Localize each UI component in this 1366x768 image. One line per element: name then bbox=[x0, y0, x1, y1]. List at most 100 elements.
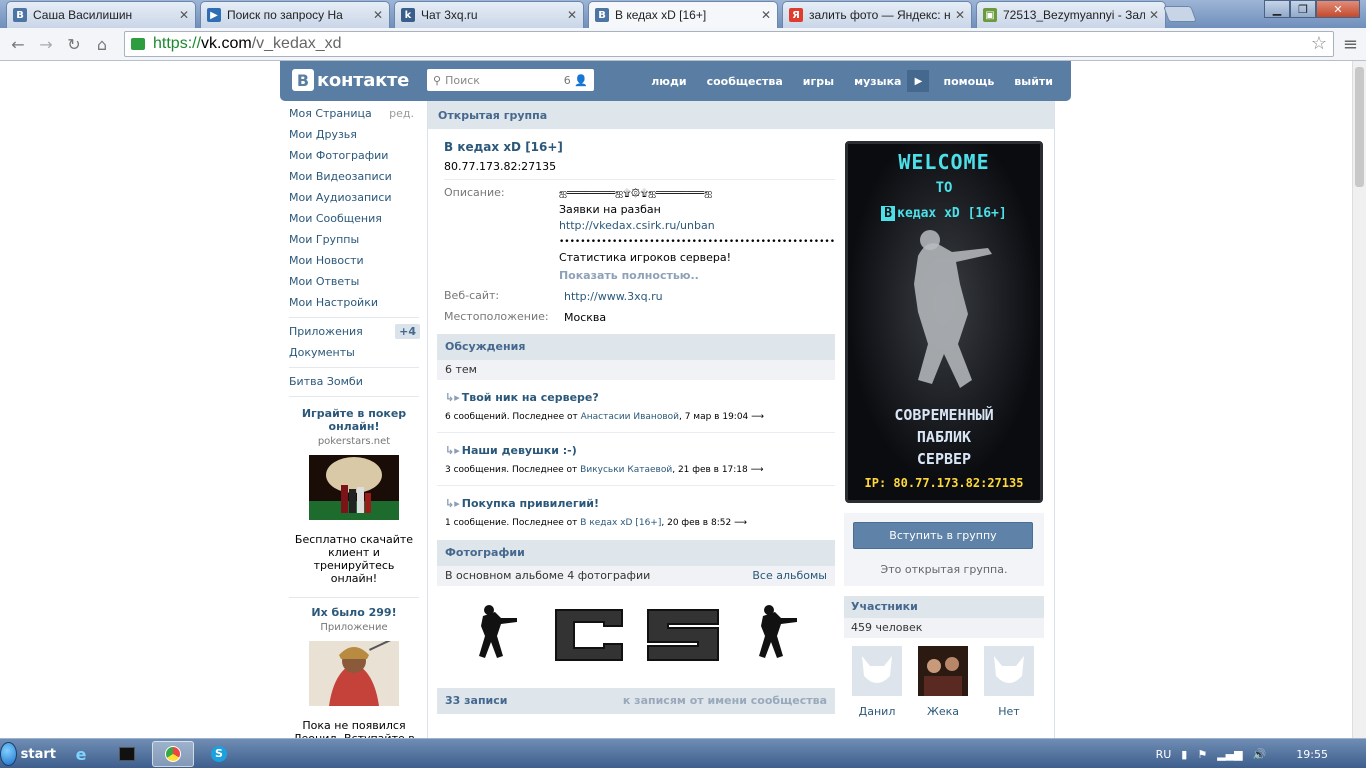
network-icon[interactable]: ▮ bbox=[1181, 748, 1187, 761]
ie-icon[interactable]: e bbox=[60, 741, 102, 767]
topic-author-link[interactable]: Викуськи Катаевой bbox=[580, 465, 672, 475]
member-name[interactable]: Жека bbox=[918, 705, 968, 718]
all-albums-link[interactable]: Все альбомы bbox=[752, 566, 827, 586]
sidebar-item-photos[interactable]: Мои Фотографии bbox=[284, 145, 424, 166]
unban-link[interactable]: http://vkedax.csirk.ru/unban bbox=[559, 219, 715, 232]
new-tab-button[interactable] bbox=[1163, 6, 1197, 22]
chrome-menu-icon[interactable]: ≡ bbox=[1343, 34, 1358, 55]
member-name[interactable]: Нет bbox=[984, 705, 1034, 718]
nav-communities[interactable]: сообщества bbox=[707, 75, 783, 88]
minimize-button[interactable]: ▁ bbox=[1264, 0, 1290, 18]
language-indicator[interactable]: RU bbox=[1156, 748, 1172, 761]
sidebar-item-my-page[interactable]: Моя Страница ред. bbox=[284, 103, 424, 124]
wall-header[interactable]: 33 записи к записям от имени сообщества bbox=[437, 688, 835, 714]
photos-header[interactable]: Фотографии bbox=[437, 540, 835, 566]
photo-thumbnail[interactable] bbox=[453, 596, 539, 674]
poker-chips-image[interactable] bbox=[309, 455, 399, 520]
clock[interactable]: 19:55 bbox=[1296, 748, 1328, 761]
topic-title[interactable]: ↳▸ Твой ник на сервере? bbox=[445, 391, 827, 404]
browser-tab[interactable]: Я залить фото — Яндекс: н ✕ bbox=[782, 1, 972, 28]
play-icon[interactable]: ▶ bbox=[907, 70, 930, 92]
join-group-button[interactable]: Вступить в группу bbox=[853, 522, 1033, 549]
close-icon[interactable]: ✕ bbox=[955, 8, 965, 22]
edit-link[interactable]: ред. bbox=[389, 103, 414, 124]
back-arrow-icon[interactable]: ← bbox=[4, 35, 32, 54]
browser-tab[interactable]: B Саша Василишин ✕ bbox=[6, 1, 196, 28]
sidebar-item-apps[interactable]: Приложения +4 bbox=[284, 321, 424, 342]
spartan-warrior-image[interactable] bbox=[309, 638, 399, 706]
skype-icon[interactable]: S bbox=[198, 741, 240, 767]
member-item[interactable]: Жека bbox=[918, 646, 968, 718]
nav-music[interactable]: музыка bbox=[854, 75, 901, 88]
member-item[interactable]: Данил bbox=[852, 646, 902, 718]
maximize-button[interactable]: ❐ bbox=[1290, 0, 1316, 18]
close-window-button[interactable]: ✕ bbox=[1316, 0, 1360, 18]
forward-arrow-icon[interactable]: → bbox=[32, 35, 60, 54]
sidebar-item-messages[interactable]: Мои Сообщения bbox=[284, 208, 424, 229]
nav-people[interactable]: люди bbox=[651, 75, 686, 88]
close-icon[interactable]: ✕ bbox=[1149, 8, 1159, 22]
group-info: Описание: ஐ════════ஐ۩۞۩ஐ════════ஐ Заявки… bbox=[444, 186, 835, 326]
sidebar-item-settings[interactable]: Мои Настройки bbox=[284, 292, 424, 313]
nav-logout[interactable]: выйти bbox=[1014, 75, 1053, 88]
ad-title[interactable]: Играйте в покер онлайн! bbox=[290, 407, 418, 433]
wall-filter-link[interactable]: к записям от имени сообщества bbox=[623, 688, 827, 714]
sidebar-item-answers[interactable]: Мои Ответы bbox=[284, 271, 424, 292]
app-icon[interactable] bbox=[106, 741, 148, 767]
group-avatar[interactable]: WELCOME TO Bкедах xD [16+] СОВРЕМЕННЫЙ П… bbox=[845, 141, 1043, 503]
sidebar-item-groups[interactable]: Мои Группы bbox=[284, 229, 424, 250]
show-more-link[interactable]: Показать полностью.. bbox=[559, 268, 835, 284]
topic-author-link[interactable]: Анастасии Ивановой bbox=[581, 412, 679, 422]
sidebar-item-videos[interactable]: Мои Видеозаписи bbox=[284, 166, 424, 187]
close-icon[interactable]: ✕ bbox=[567, 8, 577, 22]
ad-block-poker[interactable]: Играйте в покер онлайн! pokerstars.net Б… bbox=[284, 407, 424, 585]
browser-tab[interactable]: ▣ 72513_Bezymyannyi - Зал ✕ bbox=[976, 1, 1166, 28]
signal-icon[interactable]: ▂▄▆ bbox=[1217, 748, 1242, 761]
page-scrollbar[interactable] bbox=[1352, 61, 1366, 738]
apps-count-badge[interactable]: +4 bbox=[395, 324, 420, 339]
address-bar[interactable]: https:// vk.com /v_kedax_xd ☆ bbox=[124, 31, 1334, 57]
discussions-header[interactable]: Обсуждения bbox=[437, 334, 835, 360]
scrollbar-thumb[interactable] bbox=[1355, 67, 1364, 187]
flag-icon[interactable]: ⚑ bbox=[1197, 748, 1207, 761]
vk-logo[interactable]: В контакте bbox=[292, 69, 409, 91]
volume-icon[interactable]: 🔊 bbox=[1253, 748, 1267, 761]
home-icon[interactable]: ⌂ bbox=[88, 35, 116, 54]
nav-help[interactable]: помощь bbox=[943, 75, 994, 88]
sidebar-item-news[interactable]: Мои Новости bbox=[284, 250, 424, 271]
go-arrow-icon[interactable]: ⟶ bbox=[734, 518, 747, 528]
topic-title[interactable]: ↳▸ Покупка привилегий! bbox=[445, 497, 827, 510]
start-button[interactable]: start bbox=[0, 739, 56, 768]
ad-block-app[interactable]: Их было 299! Приложение Пока не появился… bbox=[284, 606, 424, 738]
bookmark-star-icon[interactable]: ☆ bbox=[1311, 33, 1327, 54]
photo-thumbnail[interactable] bbox=[732, 596, 819, 674]
browser-tab[interactable]: ▶ Поиск по запросу На ✕ bbox=[200, 1, 390, 28]
ad-title[interactable]: Их было 299! bbox=[290, 606, 418, 619]
go-arrow-icon[interactable]: ⟶ bbox=[751, 412, 764, 422]
sidebar-item-documents[interactable]: Документы bbox=[284, 342, 424, 363]
go-arrow-icon[interactable]: ⟶ bbox=[751, 465, 764, 475]
close-icon[interactable]: ✕ bbox=[373, 8, 383, 22]
browser-tab[interactable]: k Чат 3xq.ru ✕ bbox=[394, 1, 584, 28]
photo-thumbnail[interactable] bbox=[639, 596, 726, 674]
members-header[interactable]: Участники bbox=[844, 596, 1044, 618]
photo-thumbnail[interactable] bbox=[546, 596, 633, 674]
reload-icon[interactable]: ↻ bbox=[60, 35, 88, 54]
topic-title[interactable]: ↳▸ Наши девушки :-) bbox=[445, 444, 827, 457]
sidebar-item-audio[interactable]: Мои Аудиозаписи bbox=[284, 187, 424, 208]
sidebar-item-label: Моя Страница bbox=[289, 107, 372, 120]
sidebar-item-zombie-game[interactable]: Битва Зомби bbox=[284, 371, 424, 392]
member-name[interactable]: Данил bbox=[852, 705, 902, 718]
browser-tab-active[interactable]: B В кедах xD [16+] ✕ bbox=[588, 1, 778, 28]
close-icon[interactable]: ✕ bbox=[761, 8, 771, 22]
topic-author-link[interactable]: В кедах xD [16+] bbox=[580, 518, 661, 528]
member-item[interactable]: Нет bbox=[984, 646, 1034, 718]
website-link[interactable]: http://www.3xq.ru bbox=[564, 290, 663, 303]
divider bbox=[444, 179, 835, 180]
close-icon[interactable]: ✕ bbox=[179, 8, 189, 22]
group-status: 80.77.173.82:27135 bbox=[444, 160, 557, 173]
sidebar-item-friends[interactable]: Мои Друзья bbox=[284, 124, 424, 145]
nav-games[interactable]: игры bbox=[803, 75, 834, 88]
search-input[interactable]: ⚲ Поиск 6 👤 bbox=[427, 69, 594, 91]
chrome-icon[interactable] bbox=[152, 741, 194, 767]
